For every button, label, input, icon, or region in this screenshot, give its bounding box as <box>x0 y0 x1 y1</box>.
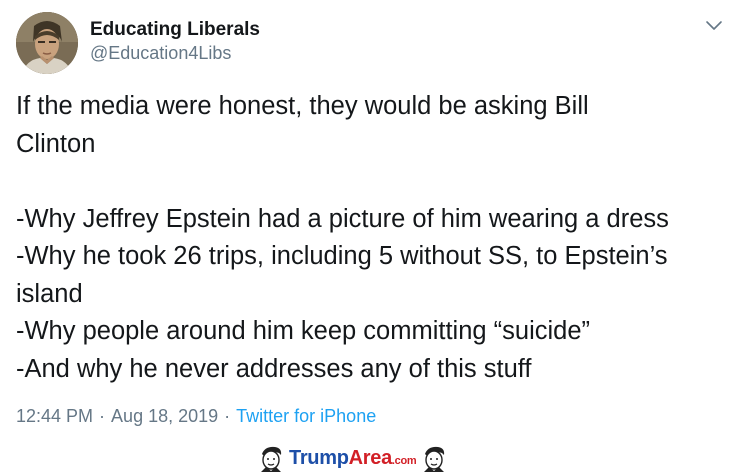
tweet-text: If the media were honest, they would be … <box>16 88 731 388</box>
user-handle[interactable]: @Education4Libs <box>90 43 231 64</box>
tweet-line: -Why people around him keep committing “… <box>16 317 590 345</box>
tweet-line: -And why he never addresses any of this … <box>16 354 532 383</box>
avatar[interactable] <box>16 12 78 74</box>
chevron-down-icon[interactable] <box>704 18 724 34</box>
caricature-face-icon <box>261 446 282 472</box>
tweet-line: If the media were honest, they would be … <box>16 92 589 120</box>
profile-photo-icon <box>16 12 78 74</box>
watermark-com: .com <box>391 454 417 467</box>
tweet-date[interactable]: Aug 18, 2019 <box>111 406 218 426</box>
tweet-line: Clinton <box>16 129 96 158</box>
watermark-logo: TrumpArea.com <box>257 443 448 473</box>
caricature-face-icon <box>424 446 445 472</box>
watermark-trump: Trump <box>289 446 349 469</box>
tweet-line: island <box>16 279 83 308</box>
tweet-time[interactable]: 12:44 PM <box>16 406 93 426</box>
tweet-line: -Why Jeffrey Epstein had a picture of hi… <box>16 204 669 233</box>
watermark-text: TrumpArea.com <box>289 446 417 470</box>
watermark-area: Area <box>348 446 393 469</box>
meta-separator: · <box>224 406 231 426</box>
tweet-line: -Why he took 26 trips, including 5 witho… <box>16 242 668 270</box>
user-display-name[interactable]: Educating Liberals <box>90 19 260 41</box>
tweet-card: Educating Liberals @Education4Libs If th… <box>0 0 740 472</box>
tweet-metadata: 12:44 PM · Aug 18, 2019 · Twitter for iPhone <box>16 406 376 427</box>
tweet-source-link[interactable]: Twitter for iPhone <box>236 406 376 426</box>
meta-separator: · <box>99 406 106 426</box>
